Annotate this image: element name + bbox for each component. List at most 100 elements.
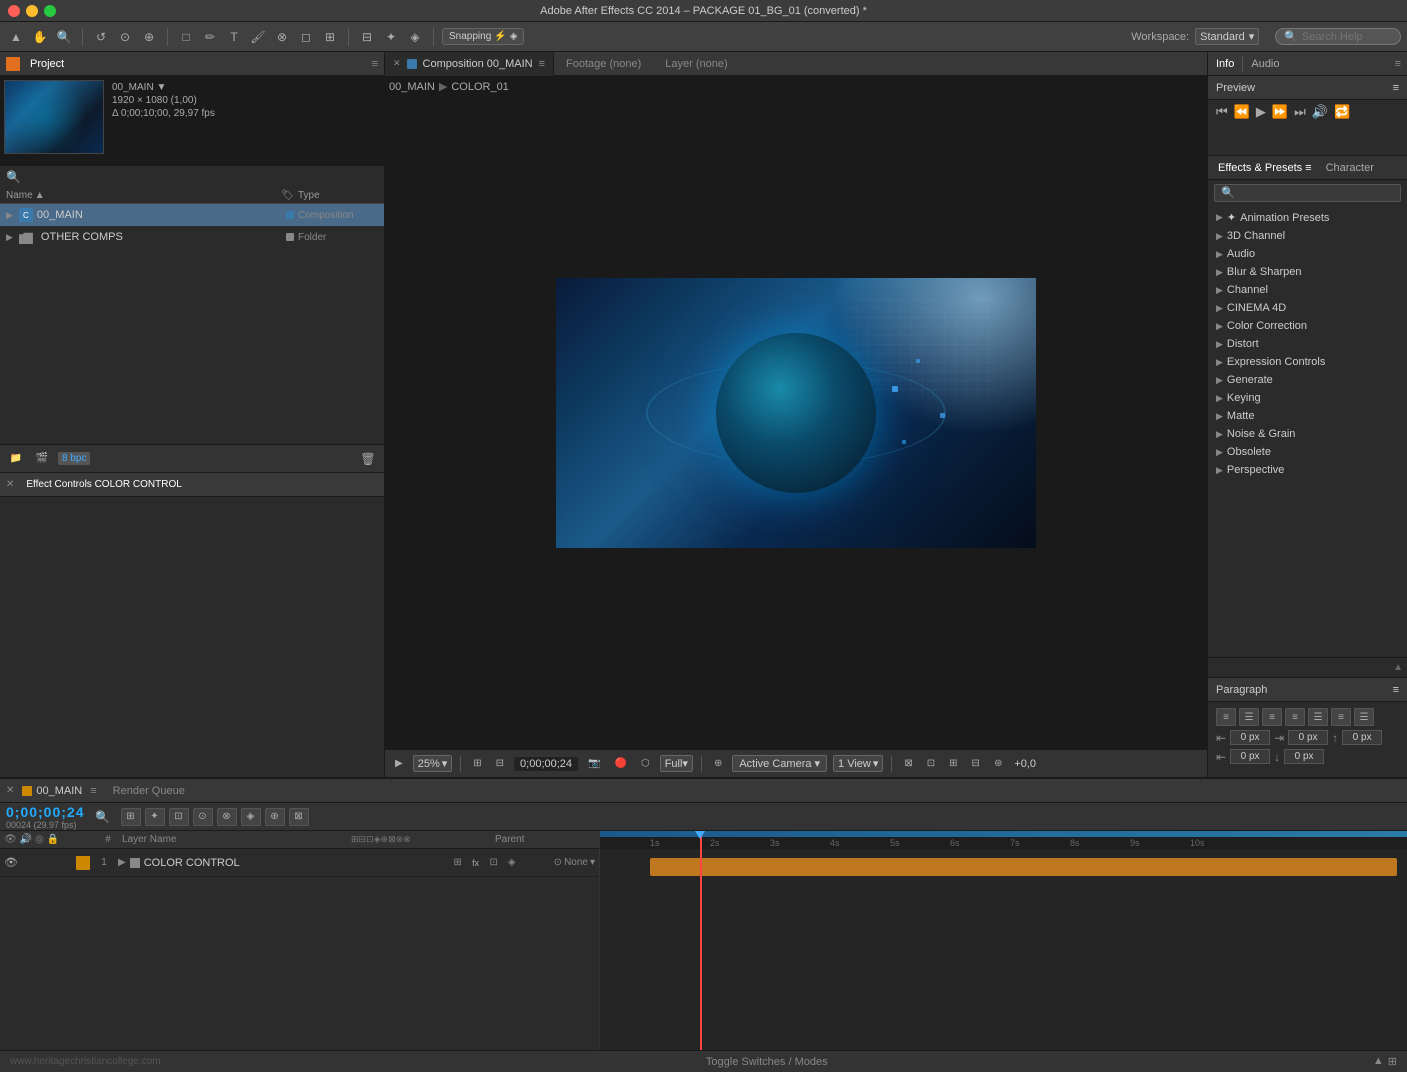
effects-item-9[interactable]: ▶ Generate [1208, 371, 1407, 389]
align-center-btn[interactable]: ☰ [1239, 708, 1259, 726]
layer-row-0[interactable]: 👁 1 ▶ COLOR CONTROL ⊞ fx ⊡ ◈ [0, 849, 599, 877]
render-queue-tab[interactable]: Render Queue [105, 785, 193, 797]
layer-solo-0[interactable] [40, 856, 54, 870]
zoom-dropdown[interactable]: 25% ▾ [413, 755, 453, 772]
effects-menu-icon[interactable]: ≡ [1305, 162, 1311, 174]
effects-collapse-btn[interactable]: ▲ [1393, 662, 1403, 673]
align-justify-all-btn[interactable]: ☰ [1308, 708, 1328, 726]
project-item-0[interactable]: ▶ C 00_MAIN Composition [0, 204, 384, 226]
comp-options-2[interactable]: ⊡ [923, 757, 939, 770]
effects-item-10[interactable]: ▶ Keying [1208, 389, 1407, 407]
effects-presets-tab[interactable]: Effects & Presets ≡ [1212, 160, 1318, 176]
effects-item-11[interactable]: ▶ Matte [1208, 407, 1407, 425]
search-input[interactable] [1302, 31, 1392, 43]
space-before-input[interactable] [1342, 730, 1382, 745]
info-tab[interactable]: Info [1208, 52, 1242, 76]
timeline-main-tab[interactable]: 00_MAIN ≡ [22, 785, 96, 797]
camera-orbit[interactable]: ⊙ [115, 27, 135, 47]
indent-right-input[interactable] [1288, 730, 1328, 745]
project-menu-icon[interactable]: ≡ [372, 58, 378, 70]
comp-options-3[interactable]: ⊞ [945, 757, 961, 770]
align-right-btn[interactable]: ≡ [1262, 708, 1282, 726]
effects-item-4[interactable]: ▶ Channel [1208, 281, 1407, 299]
comp-options-1[interactable]: ⊠ [900, 757, 916, 770]
fast-preview-btn[interactable]: ⊕ [710, 757, 726, 770]
align-justify-right-btn[interactable]: ≡ [1331, 708, 1351, 726]
prev-play[interactable]: ▶ [1256, 104, 1266, 120]
toggle-switches-label[interactable]: Toggle Switches / Modes [706, 1056, 828, 1068]
tl-icon-8[interactable]: ⊠ [289, 808, 309, 826]
pen-tool[interactable]: ✏ [200, 27, 220, 47]
layer-switch-quality[interactable]: ⊡ [486, 855, 502, 871]
quality-dropdown[interactable]: Full ▾ [660, 755, 693, 772]
snapping-button[interactable]: Snapping ⚡ ◈ [442, 28, 524, 45]
zoom-tool[interactable]: 🔍 [54, 27, 74, 47]
layer-audio-0[interactable] [22, 856, 36, 870]
comp-options-4[interactable]: ⊟ [968, 757, 984, 770]
prev-back[interactable]: ⏪ [1234, 104, 1250, 120]
effects-item-6[interactable]: ▶ Color Correction [1208, 317, 1407, 335]
prev-loop[interactable]: 🔁 [1334, 104, 1350, 120]
layer-lock-0[interactable] [58, 856, 72, 870]
project-item-1[interactable]: ▶ OTHER COMPS Folder [0, 226, 384, 248]
status-icon-1[interactable]: ▲ [1373, 1055, 1384, 1068]
timeline-bar-0[interactable] [650, 858, 1397, 876]
tc-time[interactable]: 0;00;00;24 [6, 804, 85, 820]
comp-menu-icon[interactable]: ≡ [539, 58, 545, 70]
effects-item-7[interactable]: ▶ Distort [1208, 335, 1407, 353]
tl-icon-7[interactable]: ⊕ [265, 808, 285, 826]
prev-last[interactable]: ⏭ [1294, 104, 1306, 120]
roi-btn[interactable]: ⊟ [492, 757, 508, 770]
layer-tab[interactable]: Layer (none) [653, 52, 739, 76]
effects-item-5[interactable]: ▶ CINEMA 4D [1208, 299, 1407, 317]
layer-switch-motion-blur[interactable]: ⊞ [450, 855, 466, 871]
tl-search-btn[interactable]: 🔍 [93, 807, 113, 827]
tl-icon-5[interactable]: ⊗ [217, 808, 237, 826]
character-tab[interactable]: Character [1320, 160, 1380, 176]
effects-item-13[interactable]: ▶ Obsolete [1208, 443, 1407, 461]
effects-item-8[interactable]: ▶ Expression Controls [1208, 353, 1407, 371]
delete-item-btn[interactable]: 🗑 [358, 449, 378, 469]
indent-left-input[interactable] [1230, 730, 1270, 745]
align-tool[interactable]: ⊟ [357, 27, 377, 47]
timeline-menu-icon[interactable]: ≡ [90, 785, 96, 797]
timeline-close[interactable]: ✕ [6, 785, 14, 796]
text-tool[interactable]: T [224, 27, 244, 47]
effect-controls-close[interactable]: ✕ [6, 479, 14, 490]
effects-item-3[interactable]: ▶ Blur & Sharpen [1208, 263, 1407, 281]
snapshot-btn[interactable]: 📷 [584, 757, 604, 770]
footage-tab[interactable]: Footage (none) [554, 52, 653, 76]
layer-expand-0[interactable]: ▶ [118, 857, 126, 868]
audio-tab[interactable]: Audio [1243, 52, 1287, 76]
effects-search-input[interactable] [1214, 184, 1401, 202]
selection-tool[interactable]: ▲ [6, 27, 26, 47]
always-preview-btn[interactable]: ▶ [391, 757, 407, 770]
align-left-btn[interactable]: ≡ [1216, 708, 1236, 726]
project-tab[interactable]: Project [26, 56, 68, 72]
pan-behind[interactable]: ⊕ [139, 27, 159, 47]
effects-item-0[interactable]: ▶ ✦ Animation Presets [1208, 208, 1407, 227]
layer-parent-0[interactable]: ⊙ None ▾ [554, 857, 595, 868]
close-button[interactable] [8, 5, 20, 17]
clone-tool[interactable]: ⊗ [272, 27, 292, 47]
right-panel-menu[interactable]: ≡ [1395, 58, 1407, 70]
camera-dropdown[interactable]: Active Camera ▾ [732, 755, 827, 772]
preview-menu-icon[interactable]: ≡ [1393, 82, 1399, 94]
null-tool[interactable]: ✦ [381, 27, 401, 47]
status-icon-2[interactable]: ⊞ [1388, 1055, 1397, 1068]
breadcrumb-1[interactable]: 00_MAIN [389, 81, 435, 93]
tl-icon-4[interactable]: ⊙ [193, 808, 213, 826]
prev-forward[interactable]: ⏩ [1272, 104, 1288, 120]
effects-item-12[interactable]: ▶ Noise & Grain [1208, 425, 1407, 443]
resolution-btn[interactable]: ⊞ [469, 757, 485, 770]
tl-icon-1[interactable]: ⊞ [121, 808, 141, 826]
minimize-button[interactable] [26, 5, 38, 17]
tl-icon-6[interactable]: ◈ [241, 808, 261, 826]
new-comp-btn[interactable]: 🎬 [32, 449, 52, 469]
search-area[interactable]: 🔍 [1275, 28, 1401, 45]
comp-tab-close[interactable]: ✕ [393, 58, 401, 69]
breadcrumb-2[interactable]: COLOR_01 [451, 81, 508, 93]
para-menu-icon[interactable]: ≡ [1393, 684, 1399, 696]
layer-switch-fx[interactable]: fx [468, 855, 484, 871]
maximize-button[interactable] [44, 5, 56, 17]
